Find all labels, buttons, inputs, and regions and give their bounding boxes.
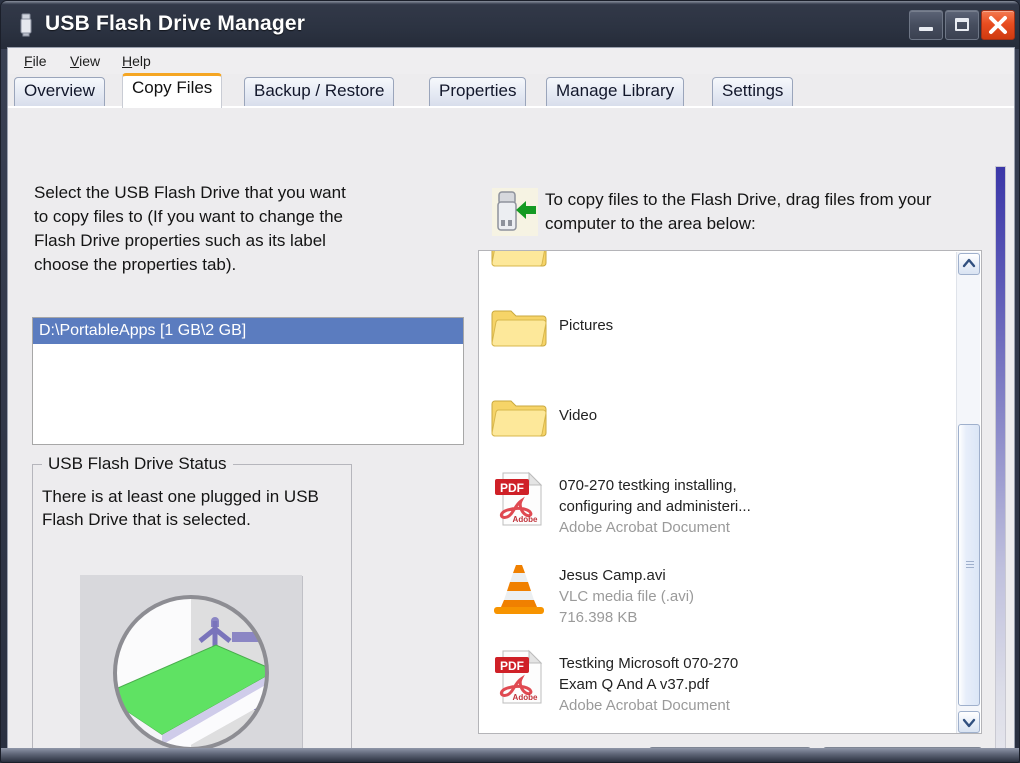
- minimize-button[interactable]: [909, 10, 943, 40]
- vertical-scrollbar[interactable]: [956, 252, 980, 733]
- pdf-icon: PDF Adobe: [491, 649, 547, 705]
- minimize-icon: [919, 27, 933, 31]
- file-name: Pictures: [559, 317, 614, 334]
- scrollbar-grip-icon: [966, 561, 974, 569]
- folder-icon: [491, 297, 547, 353]
- status-message: There is at least one plugged in USB Fla…: [42, 487, 319, 529]
- file-size: 716.398 KB: [559, 609, 638, 626]
- client-area: File View Help Overview Copy Files Backu…: [7, 47, 1015, 762]
- list-item-meta: Testking Microsoft 070-270 Exam Q And A …: [559, 649, 738, 716]
- list-item-meta: 070-270 testking installing, configuring…: [559, 471, 751, 538]
- scrollbar-thumb[interactable]: [958, 424, 980, 706]
- tab-properties[interactable]: Properties: [429, 77, 527, 108]
- file-name-line2: configuring and administeri...: [559, 498, 751, 515]
- file-list: Pictures Video PDF Adobe 070-270 testkin…: [479, 251, 957, 733]
- list-item-meta: Jesus Camp.avi VLC media file (.avi) 716…: [559, 561, 694, 628]
- close-button[interactable]: [981, 10, 1015, 40]
- folder-icon: [491, 387, 547, 443]
- accent-bar: [995, 166, 1006, 762]
- status-group-legend: USB Flash Drive Status: [42, 454, 233, 474]
- tab-strip: Overview Copy Files Backup / Restore Pro…: [8, 73, 1014, 108]
- tab-backup-restore[interactable]: Backup / Restore: [244, 77, 395, 108]
- tab-manage-library[interactable]: Manage Library: [546, 77, 685, 108]
- list-item-meta: Pictures: [559, 297, 613, 336]
- file-type: Adobe Acrobat Document: [559, 519, 730, 536]
- folder-icon: [491, 251, 547, 273]
- drop-hint-text: To copy files to the Flash Drive, drag f…: [545, 190, 932, 233]
- list-item[interactable]: Video: [479, 387, 957, 443]
- svg-text:PDF: PDF: [500, 659, 524, 673]
- application-window: USB Flash Drive Manager File View Help O…: [0, 0, 1020, 763]
- menu-help[interactable]: Help: [118, 52, 155, 70]
- menu-view[interactable]: View: [66, 52, 104, 70]
- window-bottom-edge: [1, 748, 1019, 762]
- file-name: Video: [559, 407, 598, 424]
- tab-overview[interactable]: Overview: [14, 77, 105, 108]
- file-name-line2: Exam Q And A v37.pdf: [559, 676, 710, 693]
- usb-flash-drive-illustration: [80, 575, 302, 762]
- pdf-icon: PDF Adobe: [491, 471, 547, 527]
- drive-list-item[interactable]: D:\PortableApps [1 GB\2 GB]: [33, 318, 463, 344]
- list-item[interactable]: Jesus Camp.avi VLC media file (.avi) 716…: [479, 561, 957, 628]
- file-drop-area[interactable]: Pictures Video PDF Adobe 070-270 testkin…: [478, 250, 982, 734]
- svg-text:Adobe: Adobe: [513, 693, 538, 702]
- menu-file[interactable]: File: [20, 52, 51, 70]
- file-type: Adobe Acrobat Document: [559, 697, 730, 714]
- svg-text:PDF: PDF: [500, 481, 524, 495]
- usb-drive-icon: [16, 13, 36, 37]
- list-item[interactable]: PDF Adobe Testking Microsoft 070-270 Exa…: [479, 649, 957, 716]
- tab-copy-files[interactable]: Copy Files: [122, 73, 223, 108]
- menu-bar: File View Help: [8, 48, 1014, 74]
- list-item-meta: Video: [559, 387, 597, 426]
- file-name: Testking Microsoft 070-270: [559, 655, 739, 672]
- list-item[interactable]: Pictures: [479, 297, 957, 353]
- window-title: USB Flash Drive Manager: [45, 12, 306, 35]
- vlc-cone-icon: [491, 561, 547, 617]
- file-name: Jesus Camp.avi: [559, 567, 666, 584]
- list-item[interactable]: PDF Adobe 070-270 testking installing, c…: [479, 471, 957, 538]
- title-bar: USB Flash Drive Manager: [1, 1, 1019, 49]
- maximize-button[interactable]: [945, 10, 979, 40]
- close-icon: [989, 16, 1007, 34]
- scroll-down-arrow[interactable]: [958, 711, 980, 733]
- copy-instructions-text: Select the USB Flash Drive that you want…: [34, 183, 346, 274]
- drive-list[interactable]: D:\PortableApps [1 GB\2 GB]: [32, 317, 464, 445]
- file-type: VLC media file (.avi): [559, 588, 695, 605]
- maximize-icon: [955, 18, 969, 31]
- tab-settings[interactable]: Settings: [712, 77, 794, 108]
- svg-text:Adobe: Adobe: [513, 515, 538, 524]
- scroll-up-arrow[interactable]: [958, 253, 980, 275]
- usb-drive-insert-icon: [492, 188, 538, 236]
- list-item[interactable]: [479, 251, 957, 273]
- file-name: 070-270 testking installing,: [559, 477, 737, 494]
